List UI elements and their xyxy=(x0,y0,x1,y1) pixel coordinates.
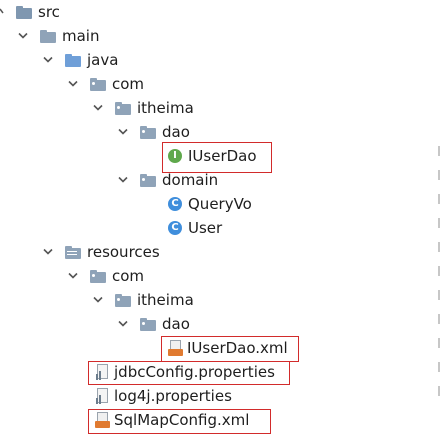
chevron-down-icon[interactable] xyxy=(18,31,28,41)
project-tree: src main java com itheima dao I IUserDao… xyxy=(0,0,441,437)
tree-item-res-itheima[interactable]: itheima xyxy=(93,290,194,310)
folder-icon xyxy=(40,29,56,43)
package-icon xyxy=(90,77,106,91)
tree-item-java[interactable]: java xyxy=(43,50,118,70)
highlight-box-jdbcconfig xyxy=(88,361,290,385)
tree-item-res-com[interactable]: com xyxy=(68,266,144,286)
editor-gutter-edge xyxy=(437,0,441,437)
tree-item-queryvo[interactable]: C QueryVo xyxy=(168,194,252,214)
package-icon xyxy=(140,317,156,331)
chevron-down-icon[interactable] xyxy=(0,7,4,17)
chevron-down-icon[interactable] xyxy=(43,247,53,257)
class-icon: C xyxy=(168,197,182,211)
chevron-down-icon[interactable] xyxy=(43,55,53,65)
package-icon xyxy=(140,125,156,139)
tree-item-main[interactable]: main xyxy=(18,26,99,46)
tree-item-label: itheima xyxy=(137,99,194,117)
package-icon xyxy=(90,269,106,283)
tree-item-label: dao xyxy=(162,315,190,333)
folder-icon xyxy=(16,5,32,19)
package-icon xyxy=(140,173,156,187)
tree-item-label: resources xyxy=(87,243,160,261)
tree-item-label: log4j.properties xyxy=(114,387,232,405)
resources-folder-icon xyxy=(65,245,81,259)
chevron-down-icon[interactable] xyxy=(93,295,103,305)
tree-item-label: com xyxy=(112,75,145,93)
tree-item-dao[interactable]: dao xyxy=(118,122,190,142)
tree-item-log4j[interactable]: log4j.properties xyxy=(95,386,232,406)
source-folder-icon xyxy=(65,53,81,67)
tree-item-src[interactable]: src xyxy=(0,2,60,22)
tree-item-label: User xyxy=(188,219,223,237)
tree-item-com[interactable]: com xyxy=(68,74,144,94)
tree-item-label: src xyxy=(38,3,60,21)
tree-item-label: itheima xyxy=(137,291,194,309)
chevron-down-icon[interactable] xyxy=(68,271,78,281)
tree-item-res-dao[interactable]: dao xyxy=(118,314,190,334)
class-icon: C xyxy=(168,221,182,235)
tree-item-label: dao xyxy=(162,123,190,141)
package-icon xyxy=(115,293,131,307)
tree-item-label: domain xyxy=(162,171,219,189)
tree-item-label: QueryVo xyxy=(188,195,252,213)
tree-item-itheima[interactable]: itheima xyxy=(93,98,194,118)
tree-item-resources[interactable]: resources xyxy=(43,242,160,262)
tree-item-user[interactable]: C User xyxy=(168,218,222,238)
tree-item-label: main xyxy=(62,27,100,45)
tree-item-domain[interactable]: domain xyxy=(118,170,218,190)
highlight-box-sqlmapconfig xyxy=(88,409,271,434)
chevron-down-icon[interactable] xyxy=(93,103,103,113)
chevron-down-icon[interactable] xyxy=(118,175,128,185)
highlight-box-iuserdao xyxy=(162,142,272,173)
tree-item-label: com xyxy=(112,267,145,285)
chevron-down-icon[interactable] xyxy=(118,319,128,329)
chevron-down-icon[interactable] xyxy=(118,127,128,137)
tree-item-label: java xyxy=(87,51,119,69)
properties-file-icon xyxy=(95,388,110,404)
package-icon xyxy=(115,101,131,115)
chevron-down-icon[interactable] xyxy=(68,79,78,89)
highlight-box-iuserdao-xml xyxy=(161,336,299,362)
